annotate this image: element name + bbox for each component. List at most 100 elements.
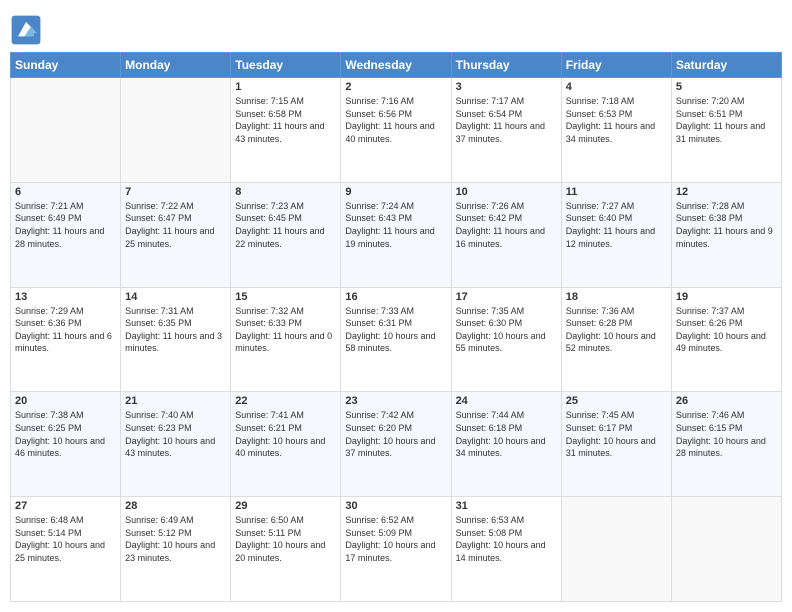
calendar-cell: 8Sunrise: 7:23 AMSunset: 6:45 PMDaylight… [231, 182, 341, 287]
calendar-week-row: 20Sunrise: 7:38 AMSunset: 6:25 PMDayligh… [11, 392, 782, 497]
calendar-cell: 10Sunrise: 7:26 AMSunset: 6:42 PMDayligh… [451, 182, 561, 287]
cell-text: Sunrise: 7:35 AM [456, 305, 557, 318]
cell-text: Sunset: 6:31 PM [345, 317, 446, 330]
cell-text: Sunset: 6:40 PM [566, 212, 667, 225]
day-number: 8 [235, 186, 336, 198]
calendar-cell [11, 78, 121, 183]
calendar-cell [561, 497, 671, 602]
cell-text: Sunset: 6:58 PM [235, 108, 336, 121]
cell-text: Daylight: 11 hours and 28 minutes. [15, 225, 116, 250]
cell-text: Sunset: 6:17 PM [566, 422, 667, 435]
calendar-cell: 30Sunrise: 6:52 AMSunset: 5:09 PMDayligh… [341, 497, 451, 602]
cell-text: Sunset: 6:25 PM [15, 422, 116, 435]
calendar-cell: 27Sunrise: 6:48 AMSunset: 5:14 PMDayligh… [11, 497, 121, 602]
cell-text: Daylight: 11 hours and 43 minutes. [235, 120, 336, 145]
day-number: 5 [676, 81, 777, 93]
cell-text: Sunrise: 6:52 AM [345, 514, 446, 527]
cell-text: Sunset: 6:54 PM [456, 108, 557, 121]
cell-text: Sunset: 6:43 PM [345, 212, 446, 225]
day-number: 1 [235, 81, 336, 93]
cell-text: Daylight: 10 hours and 40 minutes. [235, 435, 336, 460]
cell-text: Daylight: 10 hours and 28 minutes. [676, 435, 777, 460]
day-number: 31 [456, 500, 557, 512]
day-number: 21 [125, 395, 226, 407]
cell-text: Daylight: 11 hours and 6 minutes. [15, 330, 116, 355]
day-number: 2 [345, 81, 446, 93]
day-number: 16 [345, 291, 446, 303]
cell-text: Sunset: 6:26 PM [676, 317, 777, 330]
calendar-cell [671, 497, 781, 602]
cell-text: Sunrise: 7:26 AM [456, 200, 557, 213]
calendar-cell: 14Sunrise: 7:31 AMSunset: 6:35 PMDayligh… [121, 287, 231, 392]
day-number: 13 [15, 291, 116, 303]
cell-text: Sunrise: 7:31 AM [125, 305, 226, 318]
calendar-day-header: Saturday [671, 53, 781, 78]
calendar-cell: 2Sunrise: 7:16 AMSunset: 6:56 PMDaylight… [341, 78, 451, 183]
day-number: 29 [235, 500, 336, 512]
cell-text: Sunrise: 7:21 AM [15, 200, 116, 213]
calendar-week-row: 6Sunrise: 7:21 AMSunset: 6:49 PMDaylight… [11, 182, 782, 287]
calendar-day-header: Wednesday [341, 53, 451, 78]
cell-text: Daylight: 10 hours and 23 minutes. [125, 539, 226, 564]
cell-text: Daylight: 10 hours and 58 minutes. [345, 330, 446, 355]
calendar-cell [121, 78, 231, 183]
day-number: 3 [456, 81, 557, 93]
cell-text: Sunset: 6:23 PM [125, 422, 226, 435]
cell-text: Sunset: 6:38 PM [676, 212, 777, 225]
cell-text: Sunrise: 7:17 AM [456, 95, 557, 108]
calendar-cell: 6Sunrise: 7:21 AMSunset: 6:49 PMDaylight… [11, 182, 121, 287]
cell-text: Sunrise: 6:49 AM [125, 514, 226, 527]
cell-text: Sunrise: 7:44 AM [456, 409, 557, 422]
cell-text: Sunrise: 7:24 AM [345, 200, 446, 213]
day-number: 11 [566, 186, 667, 198]
cell-text: Daylight: 10 hours and 14 minutes. [456, 539, 557, 564]
header [10, 10, 782, 46]
calendar-cell: 16Sunrise: 7:33 AMSunset: 6:31 PMDayligh… [341, 287, 451, 392]
cell-text: Sunrise: 7:22 AM [125, 200, 226, 213]
cell-text: Sunrise: 7:32 AM [235, 305, 336, 318]
calendar-cell: 12Sunrise: 7:28 AMSunset: 6:38 PMDayligh… [671, 182, 781, 287]
cell-text: Sunset: 6:51 PM [676, 108, 777, 121]
calendar-cell: 3Sunrise: 7:17 AMSunset: 6:54 PMDaylight… [451, 78, 561, 183]
day-number: 6 [15, 186, 116, 198]
calendar-day-header: Thursday [451, 53, 561, 78]
day-number: 9 [345, 186, 446, 198]
day-number: 28 [125, 500, 226, 512]
cell-text: Daylight: 11 hours and 22 minutes. [235, 225, 336, 250]
calendar-header-row: SundayMondayTuesdayWednesdayThursdayFrid… [11, 53, 782, 78]
cell-text: Sunrise: 7:37 AM [676, 305, 777, 318]
calendar-cell: 7Sunrise: 7:22 AMSunset: 6:47 PMDaylight… [121, 182, 231, 287]
cell-text: Sunrise: 7:36 AM [566, 305, 667, 318]
day-number: 26 [676, 395, 777, 407]
cell-text: Sunrise: 7:40 AM [125, 409, 226, 422]
cell-text: Sunrise: 6:50 AM [235, 514, 336, 527]
cell-text: Daylight: 11 hours and 16 minutes. [456, 225, 557, 250]
calendar-week-row: 13Sunrise: 7:29 AMSunset: 6:36 PMDayligh… [11, 287, 782, 392]
cell-text: Daylight: 11 hours and 31 minutes. [676, 120, 777, 145]
calendar-cell: 1Sunrise: 7:15 AMSunset: 6:58 PMDaylight… [231, 78, 341, 183]
day-number: 24 [456, 395, 557, 407]
calendar-cell: 22Sunrise: 7:41 AMSunset: 6:21 PMDayligh… [231, 392, 341, 497]
calendar-day-header: Monday [121, 53, 231, 78]
calendar-cell: 21Sunrise: 7:40 AMSunset: 6:23 PMDayligh… [121, 392, 231, 497]
calendar-cell: 20Sunrise: 7:38 AMSunset: 6:25 PMDayligh… [11, 392, 121, 497]
cell-text: Sunrise: 7:20 AM [676, 95, 777, 108]
cell-text: Daylight: 10 hours and 49 minutes. [676, 330, 777, 355]
cell-text: Sunset: 6:33 PM [235, 317, 336, 330]
cell-text: Sunset: 5:11 PM [235, 527, 336, 540]
calendar-cell: 26Sunrise: 7:46 AMSunset: 6:15 PMDayligh… [671, 392, 781, 497]
calendar-cell: 4Sunrise: 7:18 AMSunset: 6:53 PMDaylight… [561, 78, 671, 183]
day-number: 7 [125, 186, 226, 198]
cell-text: Sunset: 6:53 PM [566, 108, 667, 121]
day-number: 10 [456, 186, 557, 198]
cell-text: Sunset: 6:18 PM [456, 422, 557, 435]
cell-text: Daylight: 10 hours and 25 minutes. [15, 539, 116, 564]
calendar-day-header: Sunday [11, 53, 121, 78]
day-number: 12 [676, 186, 777, 198]
day-number: 19 [676, 291, 777, 303]
cell-text: Daylight: 11 hours and 25 minutes. [125, 225, 226, 250]
cell-text: Sunrise: 6:53 AM [456, 514, 557, 527]
cell-text: Sunset: 6:30 PM [456, 317, 557, 330]
logo-icon [10, 14, 42, 46]
calendar-cell: 15Sunrise: 7:32 AMSunset: 6:33 PMDayligh… [231, 287, 341, 392]
